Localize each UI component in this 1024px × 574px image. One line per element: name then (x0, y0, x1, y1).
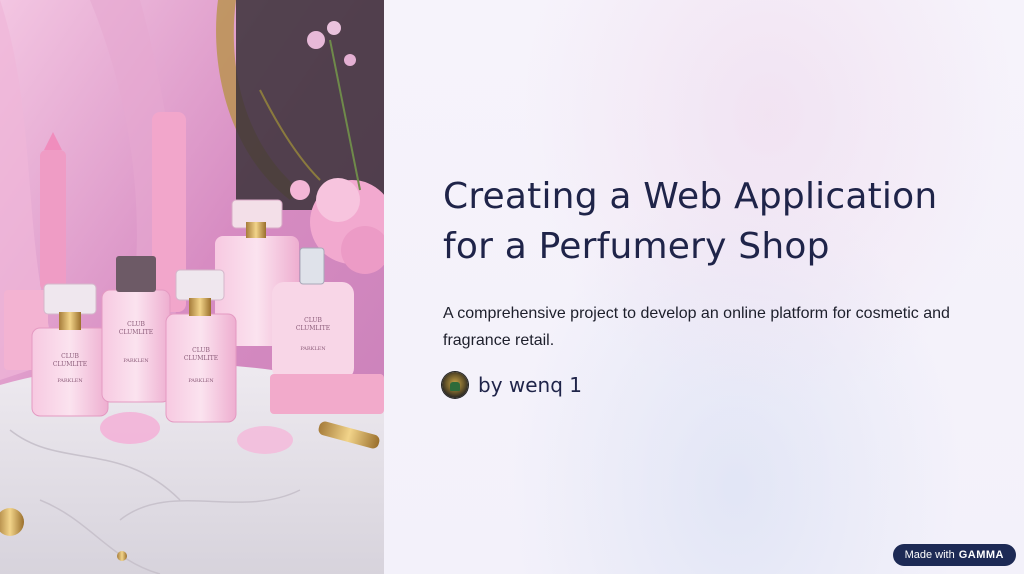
bottle-label-7: CLUB (304, 317, 322, 324)
bottle-brand-2: PARKLEN (123, 358, 149, 364)
bottle-label-4: CLUMLITE (119, 329, 153, 336)
slide-title: Creating a Web Application for a Perfume… (443, 172, 983, 272)
bottle-label-8: CLUMLITE (296, 325, 330, 332)
bottle-label-5: CLUB (192, 347, 210, 354)
bottle-brand-1: PARKLEN (57, 378, 83, 384)
made-with-gamma-badge[interactable]: Made with GAMMA (892, 544, 1016, 566)
slide-title-line-2: for a Perfumery Shop (443, 226, 830, 267)
perfume-scene-illustration: CLUB CLUMLITE PARKLEN CLUB CLUMLITE PARK… (0, 0, 384, 574)
badge-prefix: Made with (904, 549, 955, 561)
author-byline: by wenq 1 (442, 372, 582, 398)
slide-subtitle: A comprehensive project to develop an on… (443, 305, 950, 349)
bottle-label-1: CLUB (61, 353, 79, 360)
slide-title-line-1: Creating a Web Application (443, 176, 938, 217)
badge-brand: GAMMA (958, 549, 1004, 561)
bottle-label-3: CLUB (127, 321, 145, 328)
author-avatar-icon (442, 372, 468, 398)
content-panel: Creating a Web Application for a Perfume… (384, 0, 1024, 574)
slide: CLUB CLUMLITE PARKLEN CLUB CLUMLITE PARK… (0, 0, 1024, 574)
bottle-label-2: CLUMLITE (53, 361, 87, 368)
bottle-label-6: CLUMLITE (184, 355, 218, 362)
bottle-brand-4: PARKLEN (300, 346, 326, 352)
bottle-brand-3: PARKLEN (188, 378, 214, 384)
author-name: by wenq 1 (478, 373, 583, 397)
perfume-photo: CLUB CLUMLITE PARKLEN CLUB CLUMLITE PARK… (0, 0, 384, 574)
